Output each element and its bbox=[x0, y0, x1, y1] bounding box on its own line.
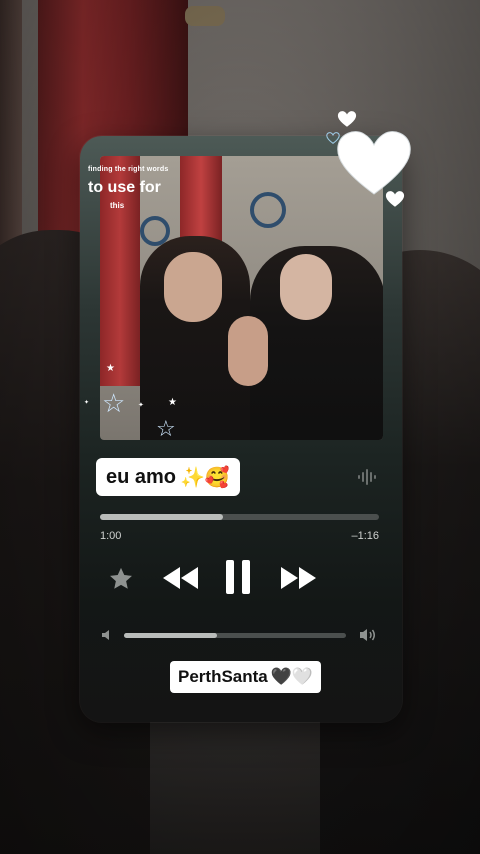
fast-forward-icon bbox=[281, 567, 316, 589]
artist-name: PerthSanta bbox=[178, 667, 268, 686]
sparkle-icon: ✦ bbox=[138, 402, 144, 409]
sparkle-star-icon: ☆ bbox=[102, 388, 126, 418]
sparkle-icon: ✦ bbox=[84, 400, 90, 406]
small-heart-icon bbox=[385, 191, 405, 207]
speaker-low-icon bbox=[102, 630, 109, 640]
sparkle-star-icon: ☆ bbox=[156, 416, 176, 441]
volume-fill bbox=[124, 633, 218, 638]
elapsed-time: 1:00 bbox=[100, 530, 122, 542]
sparkle-icon: ★ bbox=[106, 363, 115, 374]
caption-line-2: to use for bbox=[88, 179, 161, 196]
pause-icon bbox=[226, 560, 250, 594]
song-title-label: eu amo ✨🥰 bbox=[96, 458, 240, 496]
pause-button[interactable] bbox=[221, 558, 255, 596]
small-heart-icon bbox=[337, 111, 357, 127]
artist-label: PerthSanta 🖤🤍 bbox=[170, 661, 322, 693]
progress-fill bbox=[100, 514, 223, 520]
rewind-icon bbox=[163, 567, 198, 589]
previous-button[interactable] bbox=[160, 562, 202, 594]
favorite-button[interactable] bbox=[106, 564, 136, 594]
heart-icon bbox=[337, 131, 411, 195]
caption-line-3: this bbox=[110, 201, 125, 210]
outline-heart-icon bbox=[326, 132, 340, 144]
song-title: eu amo bbox=[106, 465, 177, 488]
remaining-time: –1:16 bbox=[351, 530, 379, 542]
progress-bar[interactable] bbox=[100, 514, 379, 520]
next-button[interactable] bbox=[278, 562, 320, 594]
music-player-card: finding the right words to use for this … bbox=[80, 136, 402, 722]
sound-wave-icon bbox=[358, 469, 376, 485]
song-emojis: ✨🥰 bbox=[180, 466, 230, 489]
speaker-high-icon bbox=[360, 629, 375, 641]
sparkle-icon: ★ bbox=[168, 397, 177, 408]
volume-slider[interactable] bbox=[124, 633, 346, 638]
caption-line-1: finding the right words bbox=[88, 166, 169, 173]
overlay-caption: finding the right words to use for this bbox=[88, 166, 168, 210]
star-icon bbox=[110, 567, 132, 589]
artist-emojis: 🖤🤍 bbox=[270, 667, 314, 686]
